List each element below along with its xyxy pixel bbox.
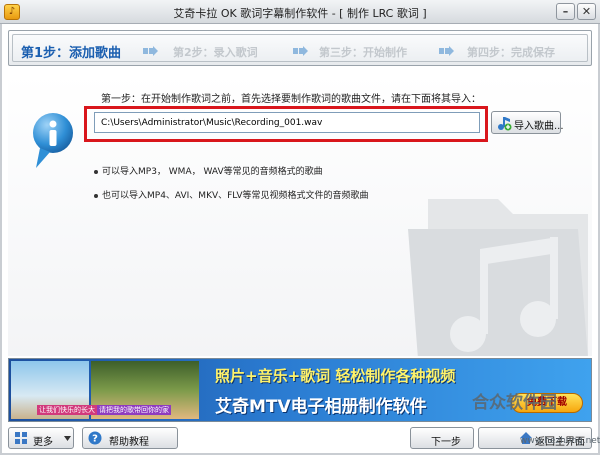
next-step-label: 下一步	[431, 437, 461, 448]
dropdown-arrow-icon	[64, 436, 71, 441]
window-title: 艾奇卡拉 OK 歌词字幕制作软件 - [ 制作 LRC 歌词 ]	[173, 7, 427, 20]
more-label: 更多	[33, 437, 53, 448]
more-button[interactable]: 更多	[8, 427, 74, 449]
step-wizard: 第1步：添加歌曲 第2步：录入歌词 第三步：开始制作 第四步：完成保存	[8, 30, 592, 66]
banner-caption-1: 让我们快乐的长大	[37, 405, 97, 415]
content-panel: 第一步：在开始制作歌词之前，首先选择要制作歌词的歌曲文件，请在下面将其导入： 导…	[8, 74, 592, 356]
step-wizard-inner: 第1步：添加歌曲 第2步：录入歌词 第三步：开始制作 第四步：完成保存	[12, 34, 588, 62]
step-2-enter-lyrics[interactable]: 第2步：录入歌词	[173, 44, 258, 60]
close-button[interactable]: ✕	[577, 3, 596, 20]
song-file-path-input[interactable]	[94, 112, 480, 133]
bullet-item-video-formats: 也可以导入MP4、AVI、MKV、FLV等常见视频格式文件的音频歌曲	[94, 188, 369, 201]
bullet-item-audio-formats: 可以导入MP3， WMA， WAV等常见的音频格式的歌曲	[94, 164, 323, 177]
step-arrow-icon	[439, 46, 454, 56]
import-song-button[interactable]: 导入歌曲...	[491, 111, 564, 134]
step-arrow-icon	[143, 46, 158, 56]
help-tutorial-label: 帮助教程	[109, 437, 149, 448]
instruction-text: 第一步：在开始制作歌词之前，首先选择要制作歌词的歌曲文件，请在下面将其导入：	[101, 94, 481, 105]
title-bar: ♪ 艾奇卡拉 OK 歌词字幕制作软件 - [ 制作 LRC 歌词 ] – ✕	[0, 0, 600, 24]
bullet-text: 也可以导入MP4、AVI、MKV、FLV等常见视频格式文件的音频歌曲	[102, 191, 369, 201]
site-watermark: 合众软件园	[472, 393, 557, 413]
music-import-icon	[498, 117, 512, 131]
folder-music-watermark-icon	[408, 199, 588, 356]
import-song-label: 导入歌曲...	[514, 121, 564, 132]
step-arrow-icon	[293, 46, 308, 56]
banner-headline: 照片+音乐+歌词 轻松制作各种视频	[215, 367, 456, 385]
help-icon: ?	[88, 431, 102, 445]
step-1-add-song[interactable]: 第1步：添加歌曲	[21, 42, 121, 61]
help-tutorial-button[interactable]: ? 帮助教程	[82, 427, 178, 449]
banner-caption-2: 请把我的歌带回你的家	[97, 405, 171, 415]
banner-product-name: 艾奇MTV电子相册制作软件	[215, 397, 427, 417]
site-watermark-url: www.hezhong.net	[520, 436, 600, 446]
info-icon	[33, 113, 73, 168]
step-3-start-making[interactable]: 第三步：开始制作	[319, 44, 407, 60]
minimize-button[interactable]: –	[556, 3, 575, 20]
step-4-finish-save[interactable]: 第四步：完成保存	[467, 44, 555, 60]
bullet-text: 可以导入MP3， WMA， WAV等常见的音频格式的歌曲	[102, 167, 323, 177]
svg-text:?: ?	[92, 434, 98, 445]
grid-icon	[15, 432, 27, 444]
next-step-button[interactable]: 下一步	[410, 427, 474, 449]
